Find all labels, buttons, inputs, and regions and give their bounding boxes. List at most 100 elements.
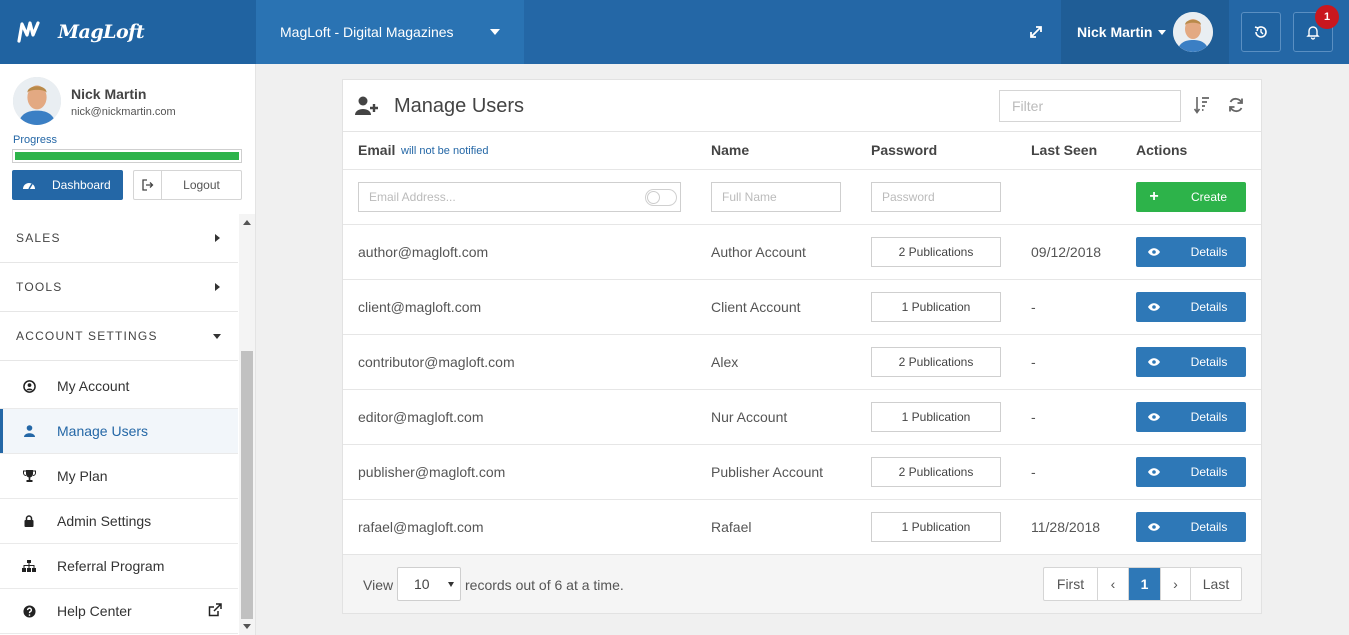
per-page-select[interactable]: 10 [397,567,461,601]
sidebar-item-my-plan[interactable]: My Plan [0,454,238,499]
details-button[interactable]: Details [1136,237,1246,267]
user-name: Nur Account [711,409,788,425]
sidebar-scrollbar[interactable] [239,214,255,635]
sidebar-item-admin-settings[interactable]: Admin Settings [0,499,238,544]
trophy-icon [22,469,36,483]
details-label: Details [1190,520,1228,534]
section-label: TOOLS [16,280,63,294]
avatar-image [1173,12,1213,52]
pagination-last[interactable]: Last [1190,568,1241,600]
column-header-password: Password [871,142,938,158]
table-row: contributor@magloft.com Alex 2 Publicati… [343,334,1261,389]
new-user-row: + Create [343,169,1261,224]
pagination-first[interactable]: First [1044,568,1097,600]
records-label: records out of 6 at a time. [465,577,624,593]
project-selector[interactable]: MagLoft - Digital Magazines [256,0,524,64]
table-row: client@magloft.com Client Account 1 Publ… [343,279,1261,334]
pagination-page-1[interactable]: 1 [1128,568,1160,600]
user-email: client@magloft.com [358,299,482,315]
sidebar-section-sales[interactable]: SALES [0,214,238,263]
profile-name: Nick Martin [71,86,147,102]
user-last-seen: - [1031,299,1036,315]
chevron-right-icon [215,234,220,242]
user-email: rafael@magloft.com [358,519,484,535]
details-button[interactable]: Details [1136,292,1246,322]
dashboard-button[interactable]: Dashboard [12,170,123,200]
eye-icon [1136,347,1172,377]
progress-label: Progress [13,134,58,146]
details-button[interactable]: Details [1136,457,1246,487]
password-input[interactable] [871,182,1001,212]
pagination-prev[interactable]: ‹ [1097,568,1128,600]
details-button[interactable]: Details [1136,402,1246,432]
sidebar-item-label: Help Center [57,603,132,619]
user-name: Rafael [711,519,752,535]
publications-button[interactable]: 1 Publication [871,402,1001,432]
user-circle-icon [22,379,36,393]
publications-button[interactable]: 1 Publication [871,512,1001,542]
publications-button[interactable]: 2 Publications [871,347,1001,377]
panel-footer: View 10 records out of 6 at a time. Firs… [343,554,1261,613]
chevron-down-icon [448,582,454,587]
publications-button[interactable]: 1 Publication [871,292,1001,322]
scroll-up-icon[interactable] [243,220,251,225]
column-header-email: Email [358,142,396,158]
sidebar-item-label: Referral Program [57,558,165,574]
user-email: publisher@magloft.com [358,464,506,480]
sidebar-item-manage-users[interactable]: Manage Users [0,409,238,454]
column-header-actions: Actions [1136,142,1188,158]
sidebar-section-account-settings[interactable]: ACCOUNT SETTINGS [0,312,238,361]
user-last-seen: - [1031,354,1036,370]
user-last-seen: 09/12/2018 [1031,244,1102,260]
brand[interactable]: MagLoft [0,0,256,64]
user-name: Client Account [711,299,801,315]
sidebar-item-label: Manage Users [57,423,149,439]
sidebar-item-referral-program[interactable]: Referral Program [0,544,238,589]
top-navbar: MagLoft MagLoft - Digital Magazines Nick… [0,0,1349,64]
publications-button[interactable]: 2 Publications [871,237,1001,267]
sidebar-profile: Nick Martin nick@nickmartin.com Progress… [0,64,255,214]
notify-toggle[interactable] [645,189,677,206]
refresh-icon[interactable] [1228,97,1244,113]
table-row: rafael@magloft.com Rafael 1 Publication … [343,499,1261,554]
avatar-image [13,77,61,125]
create-button[interactable]: + Create [1136,182,1246,212]
profile-email: nick@nickmartin.com [71,106,176,118]
expand-icon[interactable] [1026,22,1046,42]
scroll-down-icon[interactable] [243,624,251,629]
user-email: editor@magloft.com [358,409,484,425]
details-label: Details [1190,245,1228,259]
sitemap-icon [22,559,36,573]
user-name: Publisher Account [711,464,824,480]
sidebar-item-my-account[interactable]: My Account [0,364,238,409]
details-button[interactable]: Details [1136,347,1246,377]
sort-icon[interactable] [1194,96,1210,114]
pagination: First ‹ 1 › Last [1043,567,1242,601]
user-icon [22,424,36,438]
scrollbar-thumb[interactable] [241,351,253,619]
user-name: Alex [711,354,739,370]
view-label: View [363,577,394,593]
sidebar-section-tools[interactable]: TOOLS [0,263,238,312]
email-address-input[interactable] [358,182,681,212]
filter-input[interactable] [999,90,1181,122]
sidebar-item-help-center[interactable]: Help Center [0,589,238,634]
user-menu-name: Nick Martin [1077,24,1153,40]
full-name-input[interactable] [711,182,841,212]
avatar[interactable] [1173,12,1213,52]
publications-button[interactable]: 2 Publications [871,457,1001,487]
section-label: ACCOUNT SETTINGS [16,329,158,343]
dashboard-label: Dashboard [52,178,111,192]
page-title: Manage Users [394,95,525,117]
logout-button[interactable]: Logout [133,170,242,200]
details-label: Details [1190,465,1228,479]
question-circle-icon [22,604,36,618]
details-button[interactable]: Details [1136,512,1246,542]
panel-header: Manage Users [343,80,1261,132]
progress-bar [12,149,242,163]
sidebar-nav: SALES TOOLS ACCOUNT SETTINGS My Account … [0,214,238,635]
notification-badge: 1 [1315,5,1339,29]
pagination-next[interactable]: › [1160,568,1190,600]
history-button[interactable] [1241,12,1281,52]
sidebar-item-label: Admin Settings [57,513,152,529]
